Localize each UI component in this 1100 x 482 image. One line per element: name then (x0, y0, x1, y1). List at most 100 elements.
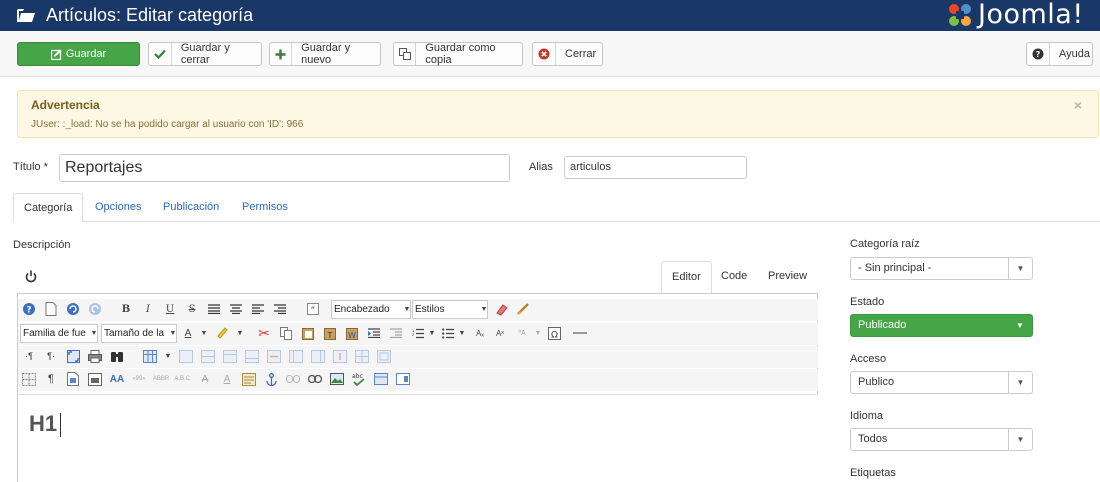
svg-text:2: 2 (412, 332, 415, 337)
save-button-label: Guardar (65, 48, 107, 60)
table-row-props-icon[interactable] (178, 348, 194, 364)
editor-content-area[interactable]: H1 (18, 394, 818, 482)
table-cell-props-icon[interactable] (200, 348, 216, 364)
insert-layer-icon[interactable] (373, 371, 389, 387)
editor-tab-code[interactable]: Code (721, 261, 747, 293)
language-arrow-icon[interactable]: ▼ (530, 325, 546, 341)
ordered-list-arrow-icon[interactable]: ▼ (424, 325, 440, 341)
copy-text-icon[interactable] (278, 325, 294, 341)
insert-col-before-icon[interactable] (288, 348, 304, 364)
acronym-icon[interactable]: A.B.C. (174, 371, 191, 387)
save-button[interactable]: Guardar (17, 42, 140, 66)
text-color-arrow-icon[interactable]: ▼ (196, 325, 212, 341)
find-icon[interactable] (109, 348, 125, 364)
insert-col-after-icon[interactable] (310, 348, 326, 364)
paste-icon[interactable] (300, 325, 316, 341)
cite-icon[interactable]: «99» (131, 371, 147, 387)
link-icon[interactable] (307, 371, 323, 387)
indent-icon[interactable] (366, 325, 382, 341)
align-left-icon[interactable] (206, 301, 222, 317)
show-blocks-icon[interactable]: ¶ (43, 371, 59, 387)
image-icon[interactable] (329, 371, 345, 387)
superscript-icon[interactable]: Aˣ (492, 325, 508, 341)
language-label: Idioma (850, 410, 884, 422)
merge-cells-icon[interactable] (376, 348, 392, 364)
blockquote-icon[interactable]: “ (305, 301, 321, 317)
print-icon[interactable] (87, 348, 103, 364)
unlink-icon[interactable] (285, 371, 301, 387)
italic-icon[interactable]: I (140, 301, 156, 317)
underline-icon[interactable]: U (162, 301, 178, 317)
table-icon[interactable] (142, 348, 158, 364)
unordered-list-arrow-icon[interactable]: ▼ (454, 325, 470, 341)
tab-permisos[interactable]: Permisos (242, 193, 288, 222)
iframe-icon[interactable] (395, 371, 411, 387)
save-new-button[interactable]: Guardar y nuevo (269, 42, 381, 66)
highlight-icon[interactable] (214, 325, 230, 341)
fullscreen-icon[interactable] (65, 348, 81, 364)
editor-tab-editor[interactable]: Editor (661, 261, 712, 294)
insert-text-icon[interactable]: A (219, 371, 235, 387)
paste-text-icon[interactable]: T (322, 325, 338, 341)
insert-row-before-icon[interactable] (222, 348, 238, 364)
align-justify-icon[interactable] (272, 301, 288, 317)
alias-input[interactable]: articulos (564, 156, 747, 179)
template-icon[interactable] (65, 371, 81, 387)
cut-icon[interactable]: ✂ (256, 325, 272, 341)
clean-brush-icon[interactable] (515, 301, 531, 317)
delete-col-icon[interactable] (332, 348, 348, 364)
align-center-icon[interactable] (228, 301, 244, 317)
text-color-icon[interactable]: A (180, 325, 196, 341)
align-right-icon[interactable] (250, 301, 266, 317)
redo-icon[interactable] (87, 301, 103, 317)
font-family-arrow-icon[interactable]: ▼ (86, 325, 102, 341)
visual-aid-icon[interactable] (21, 371, 37, 387)
strikethrough-icon[interactable]: S (184, 301, 200, 317)
editor-toolbar-row-2: Familia de fue ▼ Tamaño de la ▼ A ▼ ▼ ✂ … (18, 323, 818, 345)
title-input[interactable]: Reportajes (59, 154, 510, 182)
styles-select-arrow-icon[interactable]: ▼ (476, 301, 492, 317)
insert-date-icon[interactable] (87, 371, 103, 387)
anchor-icon[interactable] (263, 371, 279, 387)
help-button[interactable]: ? Ayuda (1026, 42, 1093, 66)
delete-row-icon[interactable] (266, 348, 282, 364)
editor-tab-preview[interactable]: Preview (768, 261, 807, 293)
subscript-icon[interactable]: Aₓ (472, 325, 488, 341)
highlight-arrow-icon[interactable]: ▼ (232, 325, 248, 341)
delete-text-icon[interactable]: A (197, 371, 213, 387)
attributes-icon[interactable] (241, 371, 257, 387)
font-size-arrow-icon[interactable]: ▼ (165, 325, 181, 341)
style-props-icon[interactable]: AA (109, 371, 125, 387)
new-document-icon[interactable] (43, 301, 59, 317)
ltr-icon[interactable]: ·¶ (21, 348, 37, 364)
main-tabs: Categoría Opciones Publicación Permisos (13, 193, 1100, 223)
joomla-logo-icon (949, 4, 971, 26)
spellcheck-icon[interactable]: abc (351, 371, 367, 387)
special-character-icon[interactable]: Ω (546, 325, 562, 341)
tab-categoria[interactable]: Categoría (13, 193, 84, 223)
abbr-icon[interactable]: ABBR (153, 371, 169, 387)
save-close-button[interactable]: Guardar y cerrar (148, 42, 262, 66)
alert-close-icon[interactable]: × (1074, 97, 1082, 113)
insert-row-after-icon[interactable] (244, 348, 260, 364)
help-icon[interactable]: ? (21, 301, 37, 317)
language-select[interactable]: Todos ▼ (850, 428, 1033, 451)
status-select[interactable]: Publicado ▼ (850, 314, 1033, 337)
tab-publicacion[interactable]: Publicación (163, 193, 219, 222)
undo-icon[interactable] (65, 301, 81, 317)
tab-opciones[interactable]: Opciones (95, 193, 141, 222)
table-arrow-icon[interactable]: ▼ (160, 348, 176, 364)
language-icon[interactable]: ªA (514, 325, 530, 341)
outdent-icon[interactable] (388, 325, 404, 341)
parent-category-select[interactable]: - Sin principal - ▼ (850, 257, 1033, 280)
rtl-icon[interactable]: ¶· (43, 348, 59, 364)
eraser-icon[interactable] (493, 301, 509, 317)
save-copy-button[interactable]: Guardar como copia (393, 42, 523, 66)
power-toggle-icon[interactable] (25, 270, 37, 283)
split-cells-icon[interactable] (354, 348, 370, 364)
close-button[interactable]: Cerrar (532, 42, 603, 66)
horizontal-rule-icon[interactable] (572, 325, 588, 341)
paste-word-icon[interactable]: W (344, 325, 360, 341)
access-select[interactable]: Publico ▼ (850, 371, 1033, 394)
bold-icon[interactable]: B (118, 301, 134, 317)
